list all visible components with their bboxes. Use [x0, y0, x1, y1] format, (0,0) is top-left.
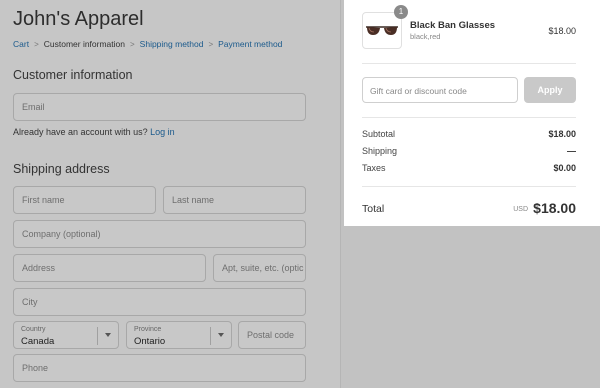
quantity-badge: 1 — [394, 5, 408, 19]
account-prompt: Already have an account with us? Log in — [13, 127, 175, 137]
subtotal-value: $18.00 — [548, 129, 576, 139]
apply-button[interactable]: Apply — [524, 77, 576, 103]
taxes-value: $0.00 — [553, 163, 576, 173]
subtotal-label: Subtotal — [362, 129, 396, 139]
country-value: Canada — [21, 336, 55, 347]
login-link[interactable]: Log in — [150, 127, 175, 137]
first-name-placeholder: First name — [22, 195, 65, 205]
company-field[interactable]: Company (optional) — [13, 220, 306, 248]
province-label: Province — [134, 326, 162, 333]
first-name-field[interactable]: First name — [13, 186, 156, 214]
chevron-right-icon: > — [130, 39, 135, 49]
province-value: Ontario — [134, 336, 166, 347]
company-placeholder: Company (optional) — [22, 229, 101, 239]
email-placeholder: Email — [22, 102, 45, 112]
address-field[interactable]: Address — [13, 254, 206, 282]
total-value: $18.00 — [533, 200, 576, 216]
address-placeholder: Address — [22, 263, 56, 273]
last-name-placeholder: Last name — [172, 195, 215, 205]
total-currency: USD — [513, 206, 528, 213]
chevron-down-icon — [105, 333, 111, 337]
sunglasses-icon — [366, 26, 398, 35]
discount-code-placeholder: Gift card or discount code — [370, 86, 467, 96]
phone-placeholder: Phone — [22, 363, 49, 373]
city-placeholder: City — [22, 297, 38, 307]
customer-information-title: Customer information — [13, 68, 133, 82]
apartment-placeholder: Apt, suite, etc. (optic — [222, 263, 304, 273]
chevron-down-icon — [218, 333, 224, 337]
chevron-right-icon: > — [34, 39, 39, 49]
breadcrumb-shipping-method[interactable]: Shipping method — [140, 39, 204, 49]
select-divider — [210, 327, 211, 345]
email-field[interactable]: Email — [13, 93, 306, 121]
product-variant: black,red — [410, 32, 441, 41]
apartment-field[interactable]: Apt, suite, etc. (optic — [213, 254, 306, 282]
postal-code-field[interactable]: Postal code — [238, 321, 306, 349]
divider — [362, 63, 576, 64]
divider — [362, 186, 576, 187]
product-price: $18.00 — [548, 26, 576, 36]
chevron-right-icon: > — [208, 39, 214, 49]
shop-title: John's Apparel — [13, 8, 144, 30]
select-divider — [97, 327, 98, 345]
shipping-label: Shipping — [362, 146, 398, 156]
shipping-value: — — [567, 146, 576, 156]
breadcrumb-customer-information: Customer information — [43, 39, 125, 49]
province-select[interactable]: Province Ontario — [126, 321, 232, 349]
postal-code-placeholder: Postal code — [247, 330, 295, 340]
taxes-label: Taxes — [362, 163, 386, 173]
divider — [362, 117, 576, 118]
city-field[interactable]: City — [13, 288, 306, 316]
country-label: Country — [21, 326, 46, 333]
order-summary: 1 Black Ban Glasses black,red $18.00 Gif… — [344, 0, 600, 226]
country-select[interactable]: Country Canada — [13, 321, 119, 349]
total-label: Total — [362, 203, 385, 215]
breadcrumb-cart[interactable]: Cart — [13, 39, 29, 49]
shipping-address-title: Shipping address — [13, 162, 110, 176]
account-prompt-text: Already have an account with us? — [13, 127, 148, 137]
discount-code-input[interactable]: Gift card or discount code — [362, 77, 518, 103]
last-name-field[interactable]: Last name — [163, 186, 306, 214]
breadcrumb: Cart > Customer information > Shipping m… — [13, 39, 282, 49]
product-name: Black Ban Glasses — [410, 20, 496, 31]
breadcrumb-payment-method[interactable]: Payment method — [218, 39, 282, 49]
phone-field[interactable]: Phone — [13, 354, 306, 382]
